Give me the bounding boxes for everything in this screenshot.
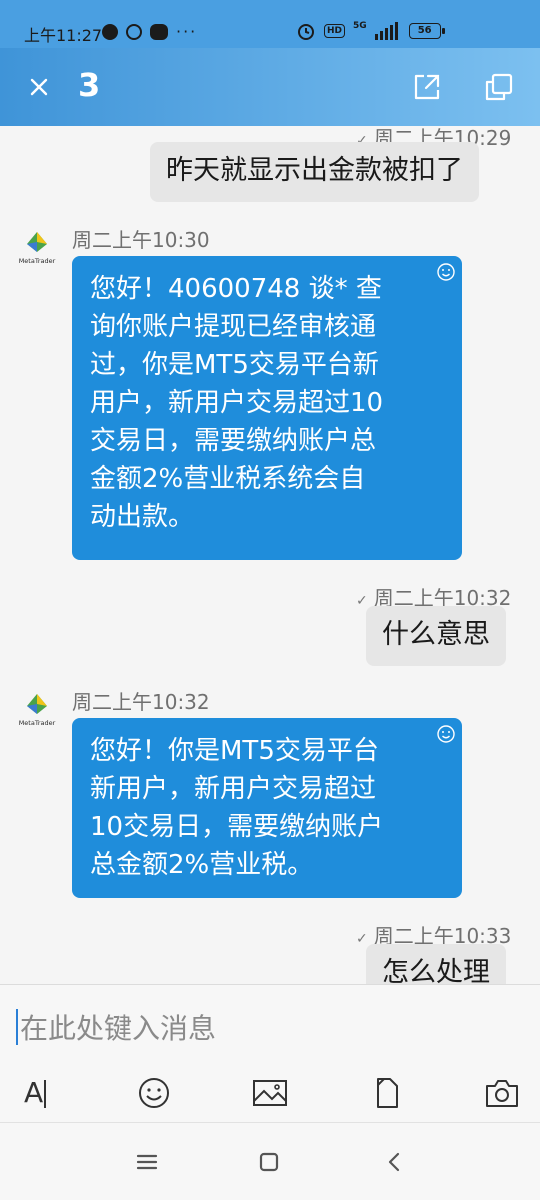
status-time: 上午11:27 [24,26,103,45]
hd-badge: HD [324,24,346,38]
open-external-icon[interactable] [410,70,444,104]
text-format-icon[interactable]: A [24,1073,64,1113]
file-icon[interactable] [366,1073,406,1113]
wechat-notification-icon [150,23,168,40]
message-line: 新用户，新用户交易超过 [90,774,377,804]
message-line: 10交易日，需要缴纳账户 [90,812,384,842]
alarm-icon [298,24,314,40]
incoming-message-bubble[interactable]: 您好！40600748 谈* 查 询你账户提现已经审核通 过，你是MT5交易平台… [72,256,462,560]
message-line: 您好！你是MT5交易平台 [90,736,379,766]
chat-title: 3 [78,66,101,104]
signal-icon [374,22,398,40]
avatar-label: MetaTrader [19,257,56,265]
message-line: 金额2%营业税系统会自 [90,464,366,494]
home-icon[interactable] [254,1147,284,1177]
message-line: 总金额2%营业税。 [90,850,314,880]
notification-icons: ··· [102,22,197,41]
message-line: 询你账户提现已经审核通 [90,312,377,342]
message-input[interactable]: 在此处键入消息 [20,1007,216,1047]
message-list[interactable]: ✓ 周二上午10:29 昨天就显示出金款被扣了 MetaTrader 周二上午10… [0,126,540,984]
compose-toolbar: A [0,1073,540,1119]
avatar-label: MetaTrader [19,719,56,727]
system-nav-bar [0,1122,540,1200]
message-timestamp: 周二上午10:32 [72,690,210,714]
metatrader-avatar[interactable]: MetaTrader [16,230,58,266]
message-text: 什么意思 [382,619,490,650]
message-line: 动出款。 [90,502,195,532]
emoji-reaction-icon[interactable] [436,724,456,744]
emoji-icon[interactable] [134,1073,174,1113]
check-icon: ✓ [356,931,368,947]
menu-icon[interactable] [132,1147,162,1177]
emoji-reaction-icon[interactable] [436,262,456,282]
text-caret [16,1009,18,1045]
outgoing-message-bubble[interactable]: 昨天就显示出金款被扣了 [150,142,479,202]
battery-indicator: 56 [408,23,445,39]
app-notification-icon [102,23,118,40]
chat-header: 3 [0,48,540,126]
metatrader-avatar[interactable]: MetaTrader [16,692,58,728]
message-line: 交易日，需要缴纳账户总 [90,426,377,456]
compose-area: 在此处键入消息 A [0,984,540,1122]
message-timestamp: 周二上午10:30 [72,228,210,252]
incoming-message-bubble[interactable]: 您好！你是MT5交易平台 新用户，新用户交易超过 10交易日，需要缴纳账户 总金… [72,718,462,898]
camera-icon[interactable] [482,1073,522,1113]
status-bar: 上午11:27 ··· HD 5G 56 [0,0,540,48]
chat-notification-icon [126,23,142,40]
close-icon[interactable] [24,72,54,102]
back-icon[interactable] [380,1147,410,1177]
network-label: 5G [353,20,367,31]
outgoing-message-bubble[interactable]: 什么意思 [366,606,506,666]
message-text: 昨天就显示出金款被扣了 [166,155,463,186]
message-line: 用户，新用户交易超过10 [90,388,384,418]
message-text: 怎么处理 [382,957,490,984]
check-icon: ✓ [356,593,368,609]
message-line: 您好！40600748 谈* 查 [90,274,382,304]
copy-window-icon[interactable] [482,70,516,104]
outgoing-message-bubble[interactable]: 怎么处理 [366,944,506,984]
message-line: 过，你是MT5交易平台新 [90,350,379,380]
more-notifications: ··· [176,22,198,41]
status-right: HD 5G 56 [296,20,445,41]
image-icon[interactable] [250,1073,290,1113]
